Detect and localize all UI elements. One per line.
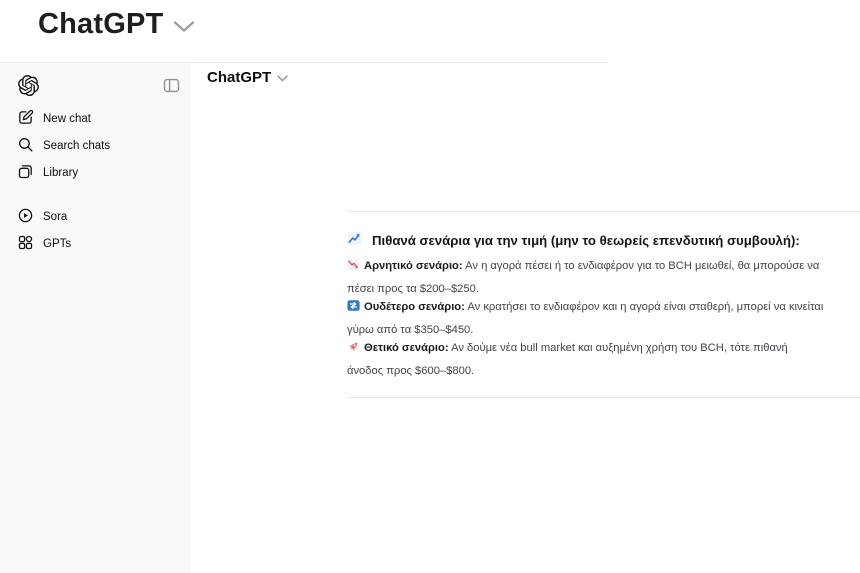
chart-increasing-emoji — [347, 231, 362, 249]
message-divider-bottom — [347, 397, 860, 398]
repeat-emoji — [347, 299, 360, 320]
sidebar-item-library[interactable]: Library — [0, 159, 191, 186]
clipped-text-fragment: ‥ ‥ ‥ — [110, 568, 170, 573]
sidebar-item-gpts[interactable]: GPTs — [0, 230, 191, 257]
sidebar-top-bar — [0, 63, 191, 109]
scenario-negative: Αρνητικό σενάριο: Αν η αγορά πέσει ή το … — [347, 256, 826, 300]
scenario-label: Θετικό σενάριο: — [364, 342, 449, 354]
model-switcher-title[interactable]: ChatGPT — [38, 8, 195, 41]
message-heading: Πιθανά σενάρια για την τιμή (μην το θεωρ… — [347, 231, 847, 249]
app-title-label: ChatGPT — [38, 8, 164, 40]
sidebar: New chat Search chats Library Sora GPTs — [0, 63, 191, 573]
chevron-down-icon — [277, 69, 288, 86]
sidebar-item-label: Library — [43, 166, 79, 179]
openai-logo-icon — [17, 75, 39, 101]
library-icon — [17, 163, 34, 183]
sidebar-item-label: GPTs — [43, 237, 72, 250]
model-name-label: ChatGPT — [207, 69, 272, 86]
rocket-emoji — [347, 340, 360, 361]
sidebar-nav: New chat Search chats Library Sora GPTs — [0, 105, 191, 257]
gpts-icon — [17, 234, 34, 254]
sidebar-item-new-chat[interactable]: New chat — [0, 105, 191, 132]
search-icon — [17, 136, 34, 156]
sidebar-item-search-chats[interactable]: Search chats — [0, 132, 191, 159]
sora-icon — [17, 207, 34, 227]
sidebar-item-label: New chat — [43, 112, 91, 125]
chevron-down-icon — [173, 8, 195, 41]
scenario-neutral: Ουδέτερο σενάριο: Αν κρατήσει το ενδιαφέ… — [347, 297, 826, 341]
sidebar-item-label: Sora — [43, 210, 68, 223]
sidebar-section-gap — [0, 186, 191, 203]
chart-decreasing-emoji — [347, 258, 360, 279]
openai-logo-button[interactable] — [15, 75, 41, 101]
message-divider-top — [347, 211, 860, 212]
new-chat-icon — [17, 109, 34, 129]
collapse-sidebar-button[interactable] — [159, 76, 183, 100]
panel-left-icon — [162, 76, 181, 100]
scenario-label: Ουδέτερο σενάριο: — [364, 301, 465, 313]
scenario-positive: Θετικό σενάριο: Αν δούμε νέα bull market… — [347, 338, 826, 382]
sidebar-item-sora[interactable]: Sora — [0, 203, 191, 230]
model-selector[interactable]: ChatGPT — [207, 69, 288, 86]
sidebar-item-label: Search chats — [43, 139, 111, 152]
scenario-label: Αρνητικό σενάριο: — [364, 260, 463, 272]
message-heading-text: Πιθανά σενάρια για την τιμή (μην το θεωρ… — [372, 232, 800, 248]
